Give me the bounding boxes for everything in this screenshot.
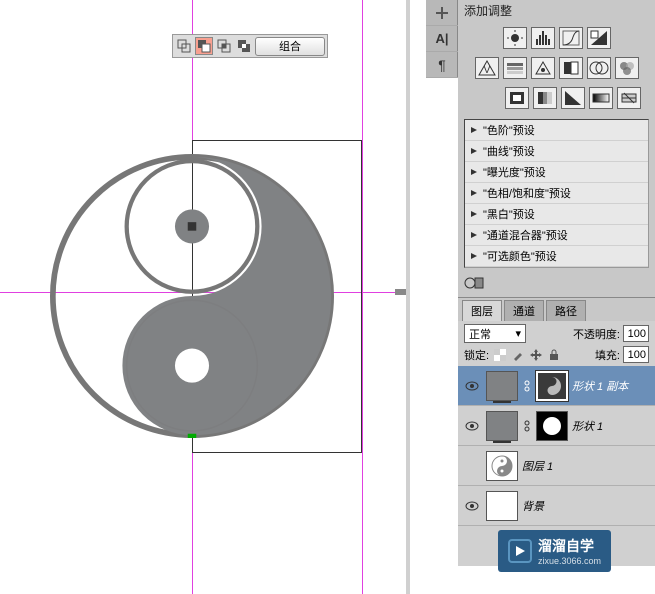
vector-mask-thumb[interactable] [536,371,568,401]
tab-paths[interactable]: 路径 [546,300,586,321]
opacity-input[interactable] [623,325,649,342]
mask-link-icon[interactable] [522,380,532,392]
layer-name-label: 背景 [522,498,544,514]
preset-label: "通道混合器"预设 [483,227,568,243]
yin-yang-shape[interactable] [50,154,334,438]
threshold-icon[interactable] [561,87,585,109]
adjustments-title: 添加调整 [458,0,655,21]
layer-thumbnail[interactable] [486,371,518,401]
layer-layer1[interactable]: 图层 1 [458,446,655,486]
canvas-area[interactable]: 组合 [0,0,410,594]
tab-channels[interactable]: 通道 [504,300,544,321]
preset-label: "色阶"预设 [483,122,535,138]
adjustments-panel: 添加调整 V [458,0,655,297]
preset-label: "可选颜色"预设 [483,248,557,264]
tab-layers[interactable]: 图层 [462,300,502,321]
preset-selective[interactable]: "可选颜色"预设 [465,246,648,267]
history-panel-icon[interactable] [426,0,458,26]
visibility-toggle-icon[interactable] [462,379,482,393]
visibility-toggle-icon[interactable] [462,499,482,513]
panel-tabs: 图层 通道 路径 [458,297,655,321]
layer-shape1-copy[interactable]: 形状 1 副本 [458,366,655,406]
lock-transparent-icon[interactable] [493,348,507,362]
layer-name-label: 形状 1 [572,418,603,434]
lock-paint-icon[interactable] [511,348,525,362]
layer-name-label: 图层 1 [522,458,553,474]
visibility-toggle-icon[interactable] [462,419,482,433]
gradient-map-icon[interactable] [589,87,613,109]
preset-hue-sat[interactable]: "色相/饱和度"预设 [465,183,648,204]
combine-button[interactable]: 组合 [255,37,325,56]
mask-link-icon[interactable] [522,420,532,432]
layer-controls: 正常 ▾ 不透明度: 锁定: 填充: [458,321,655,366]
black-white-icon[interactable] [559,57,583,79]
hue-sat-icon[interactable] [503,57,527,79]
layer-thumbnail[interactable] [486,451,518,481]
vector-mask-thumb[interactable] [536,411,568,441]
mask-strip [458,272,655,297]
layer-thumbnail[interactable] [486,411,518,441]
curves-icon[interactable] [559,27,583,49]
layer-background[interactable]: 背景 [458,486,655,526]
layer-name-label: 形状 1 副本 [572,378,628,394]
chevron-down-icon: ▾ [515,327,521,340]
preset-exposure[interactable]: "曝光度"预设 [465,162,648,183]
path-exclude-icon[interactable] [235,37,253,55]
preset-label: "色相/饱和度"预设 [483,185,571,201]
ruler-tick [395,289,407,295]
preset-label: "曲线"预设 [483,143,535,159]
vibrance-icon[interactable]: V [475,57,499,79]
guide-vertical-2 [362,0,363,594]
fill-label: 填充: [595,347,620,363]
watermark-text: 溜溜自学 [538,536,601,556]
preset-levels[interactable]: "色阶"预设 [465,120,648,141]
invert-icon[interactable] [505,87,529,109]
layer-shape1[interactable]: 形状 1 [458,406,655,446]
photo-filter-icon[interactable] [587,57,611,79]
levels-icon[interactable] [531,27,555,49]
right-panel-stack: 添加调整 V [458,0,655,566]
svg-text:V: V [483,65,490,76]
preset-curves[interactable]: "曲线"预设 [465,141,648,162]
path-ops-toolbar: 组合 [172,34,328,58]
selective-color-icon[interactable] [617,87,641,109]
mask-mode-icon[interactable] [464,276,484,290]
blend-mode-value: 正常 [469,326,491,342]
preset-bw[interactable]: "黑白"预设 [465,204,648,225]
layer-thumbnail[interactable] [486,491,518,521]
preset-label: "黑白"预设 [483,206,535,222]
vertical-tool-strip: A| ¶ [426,0,458,78]
lock-label: 锁定: [464,347,489,363]
brightness-contrast-icon[interactable] [503,27,527,49]
opacity-label: 不透明度: [573,326,620,342]
channel-mixer-icon[interactable] [615,57,639,79]
blend-mode-select[interactable]: 正常 ▾ [464,324,526,343]
preset-channel-mix[interactable]: "通道混合器"预设 [465,225,648,246]
preset-label: "曝光度"预设 [483,164,546,180]
presets-list: "色阶"预设 "曲线"预设 "曝光度"预设 "色相/饱和度"预设 "黑白"预设 … [464,119,649,268]
exposure-icon[interactable] [587,27,611,49]
path-intersect-icon[interactable] [215,37,233,55]
fill-input[interactable] [623,346,649,363]
watermark: 溜溜自学 zixue.3066.com [498,530,611,572]
play-icon [508,539,532,563]
paragraph-panel-icon[interactable]: ¶ [426,52,458,78]
watermark-url: zixue.3066.com [538,556,601,566]
character-panel-icon[interactable]: A| [426,26,458,52]
lock-move-icon[interactable] [529,348,543,362]
path-subtract-icon[interactable] [195,37,213,55]
posterize-icon[interactable] [533,87,557,109]
color-balance-icon[interactable] [531,57,555,79]
lock-all-icon[interactable] [547,348,561,362]
path-add-icon[interactable] [175,37,193,55]
